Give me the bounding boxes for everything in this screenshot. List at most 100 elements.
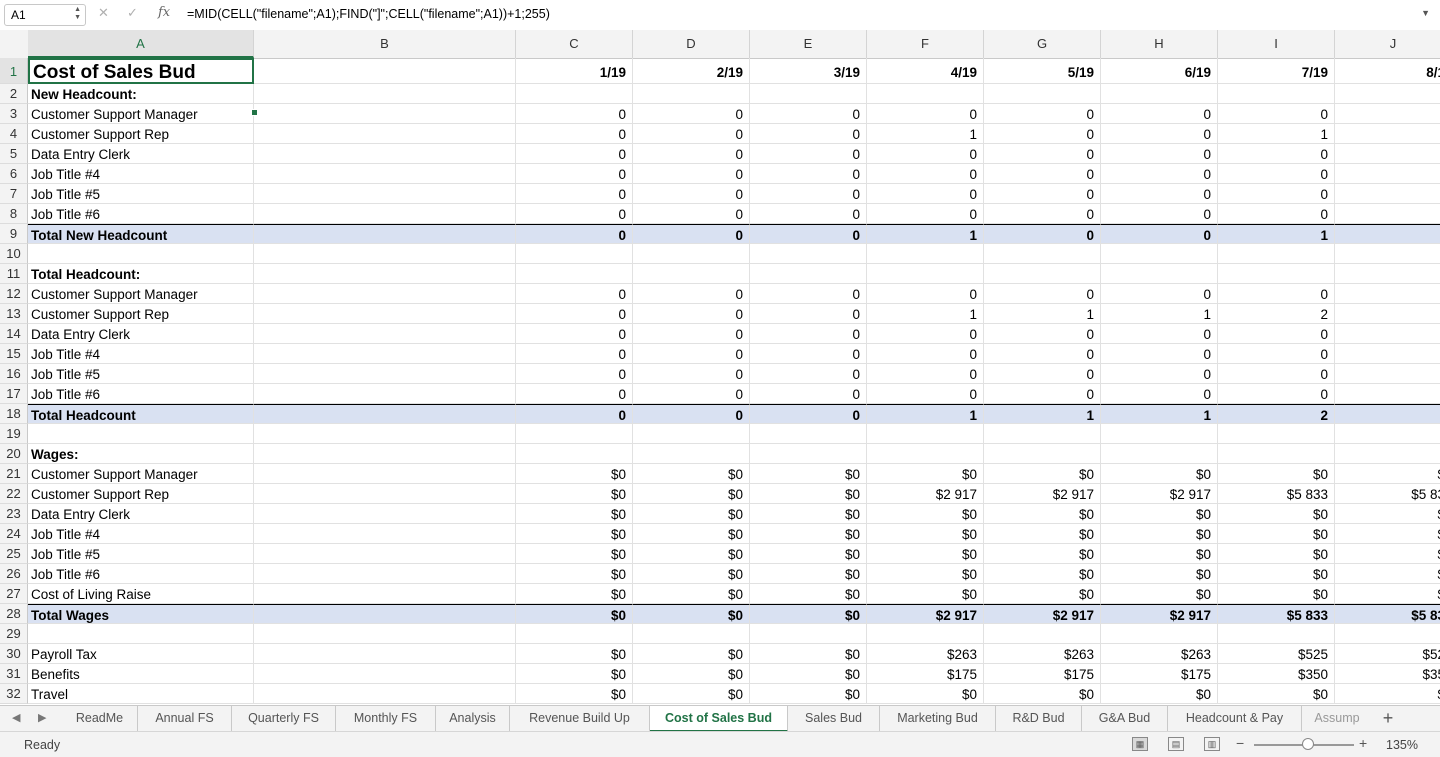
value-cell[interactable]: $175: [984, 664, 1101, 684]
label-cell[interactable]: Job Title #6: [28, 204, 254, 224]
month-header-cell[interactable]: 2/19: [633, 58, 750, 84]
value-cell[interactable]: [984, 244, 1101, 264]
value-cell[interactable]: $0: [633, 564, 750, 584]
select-all-corner[interactable]: [0, 30, 29, 58]
empty-cell[interactable]: [254, 324, 516, 344]
value-cell[interactable]: 0: [1101, 364, 1218, 384]
value-cell[interactable]: [633, 264, 750, 284]
label-cell[interactable]: [28, 244, 254, 264]
sheet-tab[interactable]: Quarterly FS: [232, 706, 336, 732]
sheet-tab[interactable]: Revenue Build Up: [510, 706, 650, 732]
sheet-tab[interactable]: Cost of Sales Bud: [650, 706, 788, 732]
row-header[interactable]: 12: [0, 284, 28, 304]
value-cell[interactable]: 0: [633, 404, 750, 424]
value-cell[interactable]: 0: [867, 144, 984, 164]
value-cell[interactable]: [1335, 264, 1440, 284]
value-cell[interactable]: 0: [750, 104, 867, 124]
label-cell[interactable]: Customer Support Rep: [28, 124, 254, 144]
value-cell[interactable]: 0: [750, 384, 867, 404]
expand-formula-icon[interactable]: ▼: [1421, 8, 1430, 18]
value-cell[interactable]: 0: [1101, 344, 1218, 364]
value-cell[interactable]: $0: [516, 684, 633, 704]
value-cell[interactable]: $0: [984, 504, 1101, 524]
value-cell[interactable]: 0: [867, 384, 984, 404]
label-cell[interactable]: Total Headcount:: [28, 264, 254, 284]
row-header[interactable]: 20: [0, 444, 28, 464]
value-cell[interactable]: 0: [516, 284, 633, 304]
value-cell[interactable]: $0: [633, 684, 750, 704]
label-cell[interactable]: Travel: [28, 684, 254, 704]
value-cell[interactable]: [750, 264, 867, 284]
label-cell[interactable]: Job Title #5: [28, 364, 254, 384]
value-cell[interactable]: $0: [516, 504, 633, 524]
label-cell[interactable]: Wages:: [28, 444, 254, 464]
row-header[interactable]: 10: [0, 244, 28, 264]
value-cell[interactable]: $0: [1101, 684, 1218, 704]
value-cell[interactable]: [1218, 264, 1335, 284]
value-cell[interactable]: [984, 624, 1101, 644]
row-header[interactable]: 32: [0, 684, 28, 704]
value-cell[interactable]: 0: [516, 344, 633, 364]
label-cell[interactable]: [28, 624, 254, 644]
value-cell[interactable]: $0: [750, 584, 867, 604]
value-cell[interactable]: $0: [984, 544, 1101, 564]
empty-cell[interactable]: [254, 144, 516, 164]
value-cell[interactable]: [984, 264, 1101, 284]
value-cell[interactable]: [750, 424, 867, 444]
row-header[interactable]: 26: [0, 564, 28, 584]
label-cell[interactable]: Data Entry Clerk: [28, 504, 254, 524]
value-cell[interactable]: $2 917: [867, 484, 984, 504]
value-cell[interactable]: $2 917: [1101, 604, 1218, 624]
value-cell[interactable]: $0: [1218, 504, 1335, 524]
label-cell[interactable]: Job Title #4: [28, 344, 254, 364]
value-cell[interactable]: 0: [633, 224, 750, 244]
value-cell[interactable]: [1335, 164, 1440, 184]
value-cell[interactable]: [867, 444, 984, 464]
sheet-grid[interactable]: ABCDEFGHIJ 1 Cost of Sales Bud 1/19 2/19 3/1…: [0, 30, 1440, 705]
value-cell[interactable]: [750, 444, 867, 464]
value-cell[interactable]: 0: [1218, 344, 1335, 364]
value-cell[interactable]: [1335, 424, 1440, 444]
page-layout-icon[interactable]: ▤: [1168, 737, 1184, 751]
value-cell[interactable]: $0: [516, 644, 633, 664]
value-cell[interactable]: $5 833: [1218, 604, 1335, 624]
sheet-tab[interactable]: Assump: [1302, 706, 1372, 732]
row-header[interactable]: 4: [0, 124, 28, 144]
value-cell[interactable]: $0: [750, 684, 867, 704]
value-cell[interactable]: 0: [633, 144, 750, 164]
value-cell[interactable]: 0: [1218, 284, 1335, 304]
sheet-tab[interactable]: Sales Bud: [788, 706, 880, 732]
label-cell[interactable]: Total New Headcount: [28, 224, 254, 244]
value-cell[interactable]: $35: [1335, 664, 1440, 684]
value-cell[interactable]: $: [1335, 504, 1440, 524]
value-cell[interactable]: [867, 424, 984, 444]
empty-cell[interactable]: [254, 604, 516, 624]
value-cell[interactable]: $0: [516, 464, 633, 484]
value-cell[interactable]: $0: [984, 524, 1101, 544]
value-cell[interactable]: $0: [867, 524, 984, 544]
value-cell[interactable]: 0: [633, 124, 750, 144]
value-cell[interactable]: 0: [984, 344, 1101, 364]
value-cell[interactable]: 0: [633, 364, 750, 384]
value-cell[interactable]: [1101, 264, 1218, 284]
value-cell[interactable]: 0: [516, 124, 633, 144]
value-cell[interactable]: 0: [633, 304, 750, 324]
month-header-cell[interactable]: 6/19: [1101, 58, 1218, 84]
row-header[interactable]: 11: [0, 264, 28, 284]
empty-cell[interactable]: [254, 104, 516, 124]
value-cell[interactable]: 0: [516, 104, 633, 124]
value-cell[interactable]: 0: [984, 204, 1101, 224]
value-cell[interactable]: 0: [1101, 104, 1218, 124]
value-cell[interactable]: $: [1335, 684, 1440, 704]
empty-cell[interactable]: [254, 264, 516, 284]
value-cell[interactable]: [1218, 424, 1335, 444]
value-cell[interactable]: [750, 624, 867, 644]
value-cell[interactable]: $0: [867, 544, 984, 564]
row-header[interactable]: 31: [0, 664, 28, 684]
value-cell[interactable]: 0: [867, 284, 984, 304]
normal-view-icon[interactable]: ▦: [1132, 737, 1148, 751]
value-cell[interactable]: $0: [750, 544, 867, 564]
empty-cell[interactable]: [254, 284, 516, 304]
value-cell[interactable]: 0: [516, 364, 633, 384]
empty-cell[interactable]: [254, 624, 516, 644]
